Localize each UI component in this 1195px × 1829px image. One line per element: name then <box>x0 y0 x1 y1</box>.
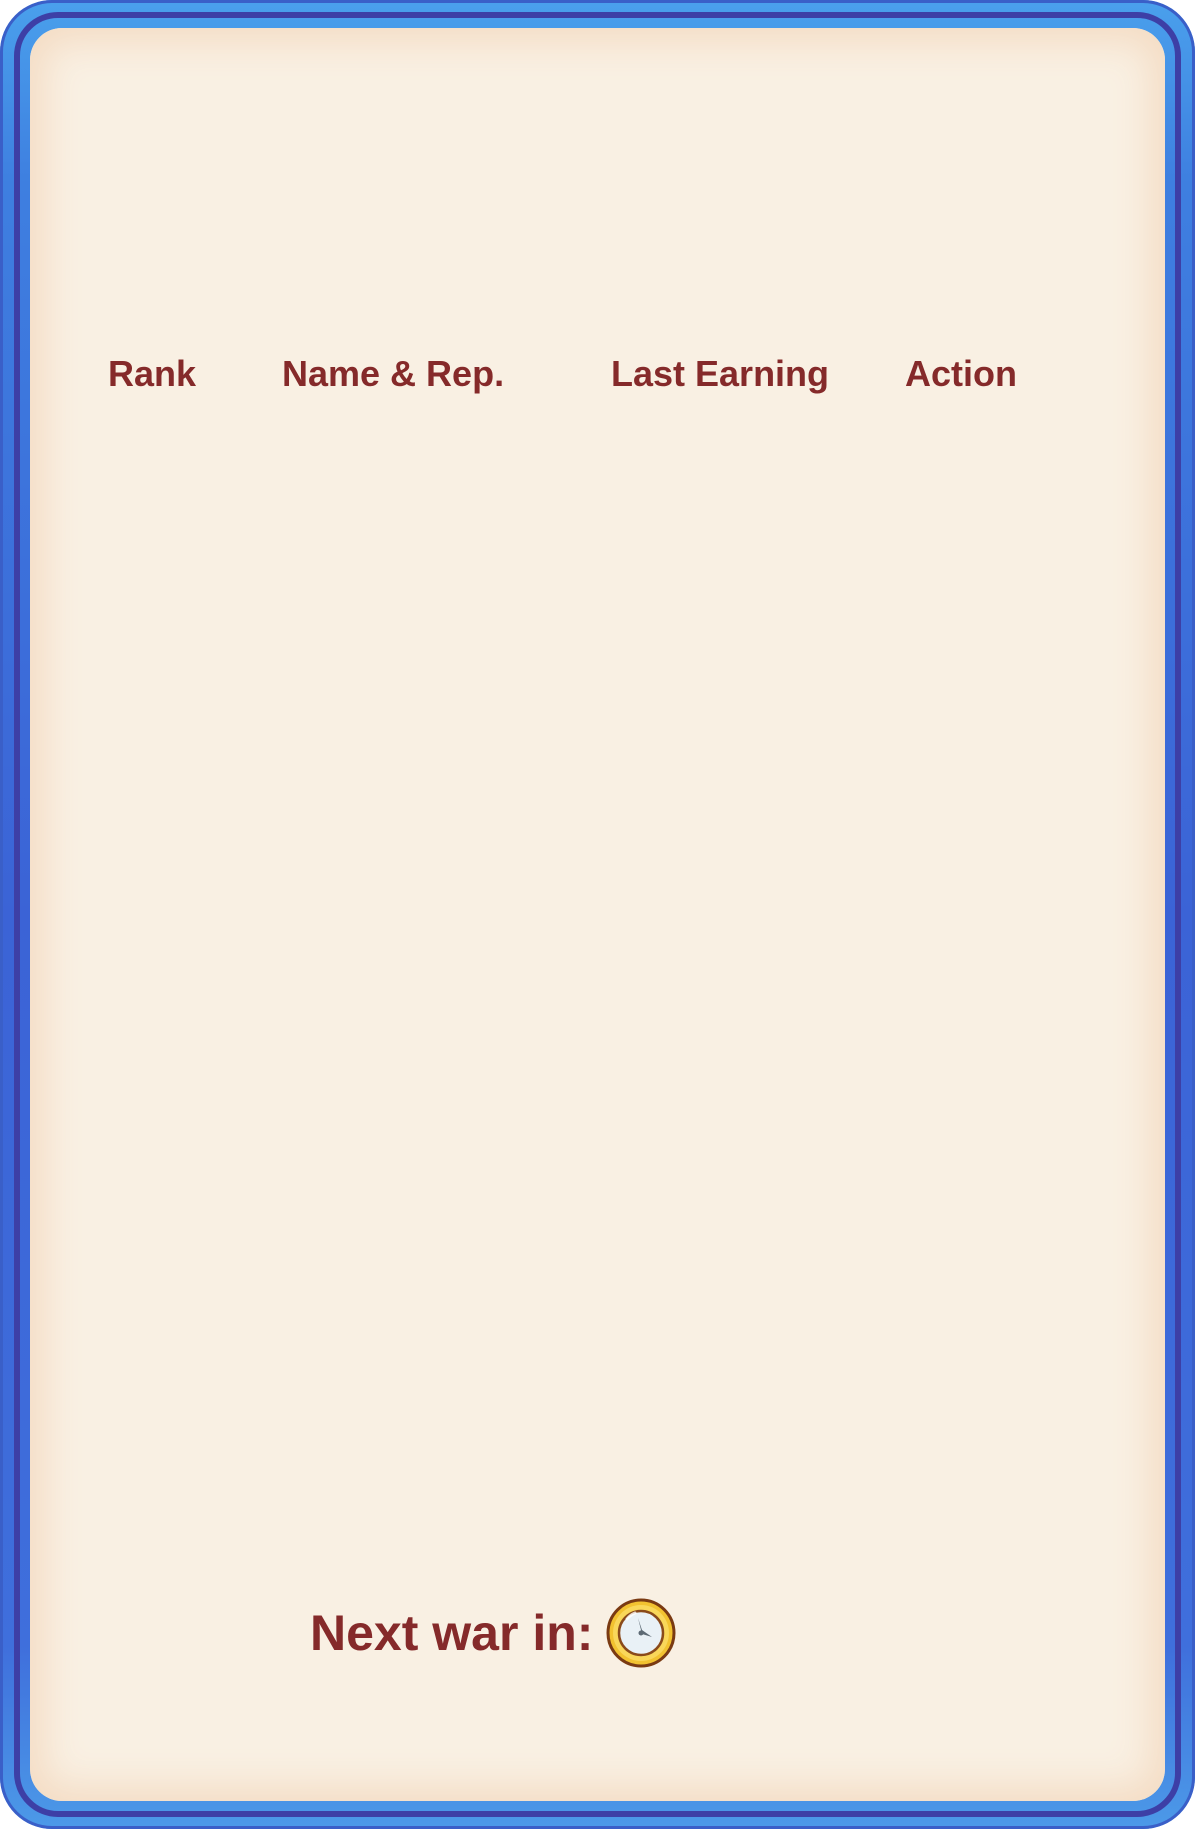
header-action: Action <box>905 353 1017 394</box>
header-name-rep: Name & Rep. <box>282 353 505 394</box>
header-rank: Rank <box>108 353 197 394</box>
table-header: Rank Name & Rep. Last Earning Action <box>0 346 1195 402</box>
next-war-label: Next war in: <box>310 1605 594 1661</box>
leaderboard-panel <box>30 28 1165 1801</box>
clock-icon <box>605 1597 677 1669</box>
next-war-timer: Next war in: <box>310 1593 677 1673</box>
header-last-earning: Last Earning <box>611 353 830 394</box>
